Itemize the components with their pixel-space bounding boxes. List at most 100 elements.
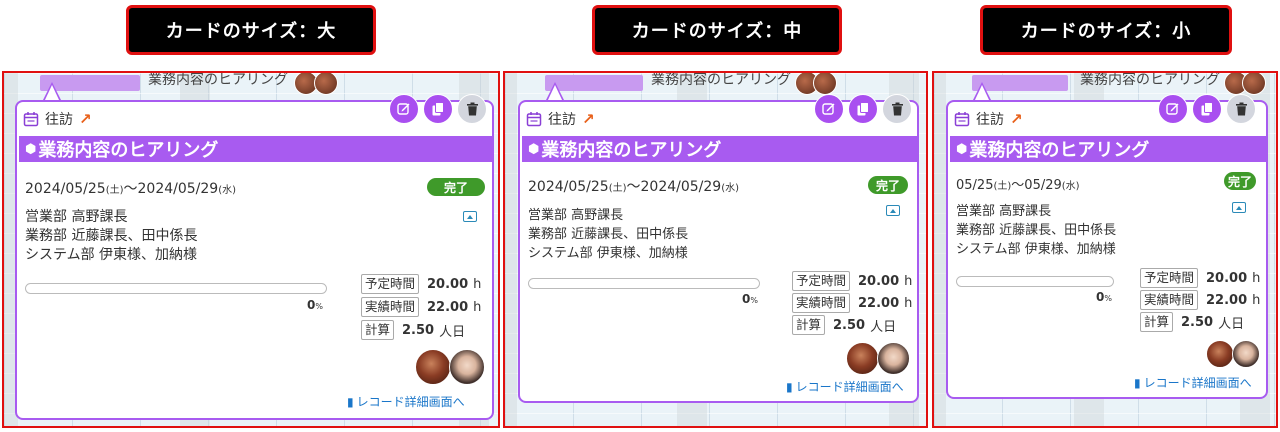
card-actions [814,94,912,124]
end-weekday: (水) [1061,181,1080,192]
weekend-column [934,73,946,426]
delete-button[interactable] [457,94,487,124]
progress-bar [528,278,760,289]
calc-unit: 人日 [439,324,466,340]
size-label-large: カードのサイズ：大 [126,5,376,55]
member-line: システム部 伊東様、加納様 [956,242,1116,257]
card-title: 業務内容のヒアリング [969,140,1150,161]
planned-hours: 予定時間 20.00 h [361,274,481,294]
background-event-title: 業務内容のヒアリング [148,72,288,88]
edit-icon [1166,103,1179,115]
actual-label: 実績時間 [1140,290,1199,310]
delete-button[interactable] [1226,94,1256,124]
avatar [314,73,338,95]
card-title-bar: ⬢ 業務内容のヒアリング [950,136,1266,162]
calc-unit: 人日 [1218,316,1245,332]
member-line: 営業部 高野課長 [956,204,1052,219]
size-label-small: カードのサイズ：小 [980,5,1232,55]
collapse-up-icon[interactable] [463,211,477,222]
planned-hours: 予定時間 20.00 h [1140,268,1260,288]
schedule-card: 往訪 ↗ ⬢ 業務内容のヒアリング 2024/05/25(土)～2024/05/… [15,94,494,420]
card-actions [1158,94,1256,124]
calc-label: 計算 [361,320,395,340]
copy-button[interactable] [1192,94,1222,124]
planned-label: 予定時間 [792,271,851,291]
actual-unit: h [473,299,482,315]
card-title-bar: ⬢ 業務内容のヒアリング [522,136,917,162]
calc-label: 計算 [792,315,826,335]
trash-icon [1235,102,1247,116]
date-range: 2024/05/25(土)～2024/05/29(水) [528,176,739,196]
record-detail-link[interactable]: ▮ レコード詳細画面へ [1134,374,1252,391]
size-label-text: カードのサイズ：小 [1020,21,1192,42]
actual-label: 実績時間 [361,297,420,317]
planned-unit: h [1252,270,1261,286]
background-event-title: 業務内容のヒアリング [1080,72,1220,88]
copy-button[interactable] [848,94,878,124]
avatar[interactable] [415,349,451,385]
record-detail-link[interactable]: ▮ レコード詳細画面へ [347,393,465,410]
calendar-icon [526,112,542,127]
member-line: 業務部 近藤課長、田中係長 [956,223,1117,238]
document-icon: ▮ [1134,375,1141,390]
planned-label: 予定時間 [361,274,420,294]
start-date: 05/25 [956,178,994,193]
card-title: 業務内容のヒアリング [541,140,722,161]
copy-button[interactable] [423,94,453,124]
document-icon: ▮ [347,394,354,409]
calc-days: 計算 2.50 人日 [361,320,465,340]
cube-icon: ⬢ [956,141,968,157]
end-weekday: (水) [218,185,237,196]
external-link-arrow-icon[interactable]: ↗ [79,110,92,128]
background-event-title: 業務内容のヒアリング [651,72,791,88]
type-row: 往訪 ↗ [23,109,92,129]
avatar[interactable] [449,349,485,385]
actual-unit: h [904,295,913,311]
calc-value: 2.50 [833,317,866,333]
schedule-card: 往訪 ↗ ⬢ 業務内容のヒアリング 05/25(土)～05/29(水) 完了 営… [946,94,1268,399]
calc-days: 計算 2.50 人日 [792,315,896,335]
external-link-arrow-icon[interactable]: ↗ [1010,110,1023,128]
start-date: 2024/05/25 [528,179,609,195]
external-link-arrow-icon[interactable]: ↗ [582,110,595,128]
avatar[interactable] [877,342,910,375]
actual-value: 22.00 [1206,292,1248,308]
member-line: 業務部 近藤課長、田中係長 [528,227,689,242]
avatar[interactable] [846,342,879,375]
edit-button[interactable] [814,94,844,124]
document-icon: ▮ [786,379,793,394]
avatar[interactable] [1232,340,1260,368]
delete-button[interactable] [882,94,912,124]
member-list: 営業部 高野課長 業務部 近藤課長、田中係長 システム部 伊東様、加納様 [956,202,1116,259]
edit-button[interactable] [1158,94,1188,124]
card-pointer [972,82,992,102]
type-row: 往訪 ↗ [954,109,1023,129]
actual-unit: h [1252,292,1261,308]
type-label: 往訪 [45,112,73,128]
status-badge: 完了 [1224,172,1256,190]
end-date: 2024/05/29 [137,181,219,197]
collapse-up-icon[interactable] [1232,202,1246,213]
progress-unit: % [750,296,758,305]
date-range: 2024/05/25(土)～2024/05/29(水) [25,178,236,198]
actual-value: 22.00 [427,299,469,315]
size-label-medium: カードのサイズ：中 [592,5,842,55]
actual-hours: 実績時間 22.00 h [792,293,912,313]
copy-icon [432,102,444,116]
actual-hours: 実績時間 22.00 h [361,297,481,317]
start-weekday: (土) [105,185,124,196]
type-label: 往訪 [548,112,576,128]
start-date: 2024/05/25 [25,181,106,197]
avatar[interactable] [1206,340,1234,368]
edit-icon [397,103,410,115]
calendar-icon [954,112,970,127]
record-detail-link[interactable]: ▮ レコード詳細画面へ [786,378,904,395]
date-separator: ～ [123,181,138,197]
panel-medium: 業務内容のヒアリング 往訪 ↗ ⬢ 業務内容のヒアリング 2024/05/25(… [503,71,928,428]
edit-button[interactable] [389,94,419,124]
cube-icon: ⬢ [25,141,37,157]
end-weekday: (水) [721,183,740,194]
member-list: 営業部 高野課長 業務部 近藤課長、田中係長 システム部 伊東様、加納様 [25,208,197,265]
collapse-up-icon[interactable] [886,205,900,216]
progress-bar [956,276,1114,287]
